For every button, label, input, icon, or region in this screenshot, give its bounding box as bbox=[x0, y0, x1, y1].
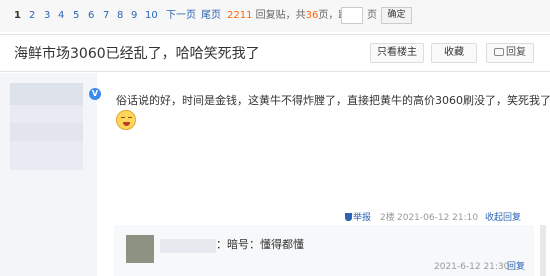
page-9-link[interactable]: 9 bbox=[131, 9, 137, 23]
favorite-button[interactable]: 收藏 bbox=[431, 43, 477, 63]
page-1: 1 bbox=[14, 10, 21, 21]
reply-button-label: 回复 bbox=[506, 47, 526, 58]
post-floor-2: V 俗话说的好，时间是金钱，这黄牛不得炸膛了，直接把黄牛的高价3060刷没了，笑… bbox=[0, 73, 550, 276]
comment-avatar[interactable] bbox=[126, 235, 154, 263]
page-4-link[interactable]: 4 bbox=[58, 9, 64, 23]
reply-icon bbox=[494, 48, 504, 56]
comment-text: ：暗号：懂得都懂 bbox=[216, 238, 304, 251]
page-2-link[interactable]: 2 bbox=[29, 9, 35, 23]
avatar-blur-band bbox=[10, 83, 83, 105]
emoji-eye bbox=[128, 117, 132, 119]
report-label: 举报 bbox=[353, 213, 372, 223]
post-time: 2021-06-12 21:10 bbox=[397, 213, 479, 223]
collapse-reply-link[interactable]: 收起回复 bbox=[485, 212, 521, 224]
page-5-link[interactable]: 5 bbox=[73, 9, 79, 23]
page-3-link[interactable]: 3 bbox=[44, 9, 50, 23]
comment-reply-link[interactable]: 回复 bbox=[507, 261, 525, 273]
comment-scrollbar[interactable] bbox=[540, 225, 546, 276]
comment-username-blurred[interactable] bbox=[160, 239, 216, 253]
floor-number: 2楼 bbox=[380, 213, 395, 223]
only-author-button[interactable]: 只看楼主 bbox=[370, 43, 424, 63]
thread-title-bar: 海鲜市场3060已经乱了，哈哈笑死我了 只看楼主 收藏 回复 bbox=[0, 34, 550, 72]
page-6-link[interactable]: 6 bbox=[88, 9, 94, 23]
page-10-link[interactable]: 10 bbox=[145, 9, 158, 23]
comment-time: 2021-6-12 21:30 bbox=[434, 262, 510, 272]
last-page-link[interactable]: 尾页 bbox=[201, 9, 221, 23]
jump-page-input[interactable] bbox=[341, 7, 363, 24]
emoji-eye bbox=[121, 117, 125, 119]
reply-button[interactable]: 回复 bbox=[486, 43, 534, 63]
page-count: 36 bbox=[305, 10, 319, 21]
verified-badge-icon: V bbox=[89, 88, 101, 100]
reply-count: 2211 bbox=[227, 10, 253, 21]
post-content: 俗话说的好，时间是金钱，这黄牛不得炸膛了，直接把黄牛的高价3060刷没了，笑死我… bbox=[116, 94, 550, 107]
avatar[interactable] bbox=[10, 83, 83, 170]
page-8-link[interactable]: 8 bbox=[117, 9, 123, 23]
jump-unit-label: 页 bbox=[367, 10, 377, 21]
laughing-face-icon bbox=[116, 110, 136, 130]
comment-list: ：暗号：懂得都懂 2021-6-12 21:30 回复 bbox=[114, 225, 534, 276]
author-sidebar bbox=[0, 73, 97, 276]
report-link[interactable]: 举报 bbox=[345, 212, 371, 224]
avatar-blur-band bbox=[10, 123, 83, 141]
confirm-button[interactable]: 确定 bbox=[381, 7, 412, 24]
emoji-mouth bbox=[123, 122, 130, 126]
reply-count-info: 2211 回复贴，共36页，跳到 bbox=[227, 9, 358, 23]
reply-label: 回复贴，共 bbox=[255, 10, 306, 21]
page-7-link[interactable]: 7 bbox=[103, 9, 109, 23]
next-page-link[interactable]: 下一页 bbox=[166, 9, 196, 23]
thread-title: 海鲜市场3060已经乱了，哈哈笑死我了 bbox=[14, 46, 260, 62]
shield-icon bbox=[345, 213, 352, 221]
pagination-bar: 1 2 3 4 5 6 7 8 9 10 下一页 尾页 2211 回复贴，共36… bbox=[0, 0, 550, 32]
